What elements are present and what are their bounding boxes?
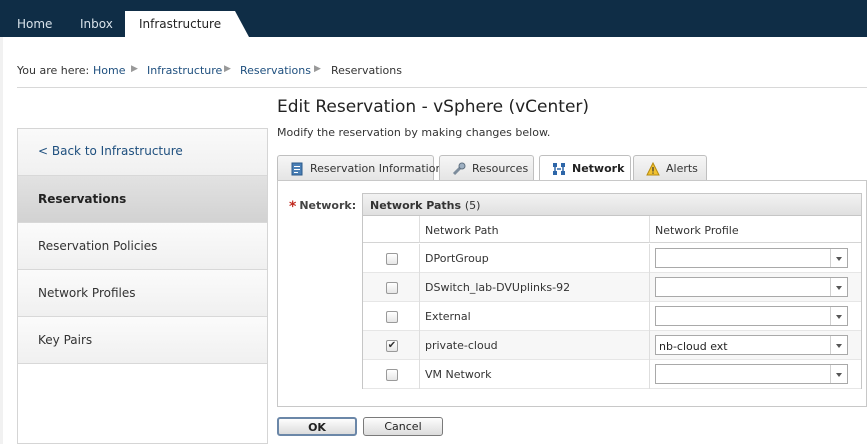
select-cell	[363, 244, 420, 273]
select-cell	[363, 273, 420, 302]
sidebar-item-label: Network Profiles	[38, 286, 136, 300]
sidebar-item-label: Key Pairs	[38, 333, 93, 347]
column-header-network-path[interactable]: Network Path	[420, 216, 650, 243]
network-path-cell: private-cloud	[420, 331, 650, 360]
column-header-network-profile[interactable]: Network Profile	[650, 216, 861, 243]
dropdown-arrow-icon[interactable]	[830, 249, 847, 267]
tab-alerts[interactable]: Alerts	[633, 155, 707, 181]
sidebar-item-key-pairs[interactable]: Key Pairs	[18, 317, 267, 364]
network-path-text: VM Network	[425, 368, 492, 381]
network-profile-select[interactable]	[655, 248, 848, 268]
table-row: ✔ private-cloud nb-cloud ext	[363, 331, 861, 360]
network-icon	[553, 163, 565, 175]
sidebar-item-label: Reservation Policies	[38, 239, 158, 253]
network-profile-cell	[650, 244, 861, 273]
network-paths-grid: Network Paths (5) Network Path Network P…	[362, 193, 862, 389]
tab-label: Alerts	[666, 162, 698, 175]
required-marker: *	[289, 199, 297, 215]
sidebar-item-network-profiles[interactable]: Network Profiles	[18, 270, 267, 317]
warning-icon	[646, 162, 660, 176]
table-row: VM Network	[363, 360, 861, 389]
select-cell	[363, 302, 420, 331]
network-profile-select[interactable]	[655, 277, 848, 297]
network-path-cell: VM Network	[420, 360, 650, 389]
tab-reservation-information[interactable]: Reservation Information	[277, 155, 442, 181]
dropdown-arrow-icon[interactable]	[830, 278, 847, 296]
breadcrumb-reservations[interactable]: Reservations	[240, 64, 311, 77]
nav-tab-home[interactable]: Home	[17, 11, 52, 37]
tab-resources[interactable]: Resources	[439, 155, 534, 181]
grid-title: Network Paths (5)	[370, 199, 480, 212]
row-checkbox[interactable]	[386, 282, 398, 294]
wrench-icon	[452, 162, 466, 176]
breadcrumb-current: Reservations	[331, 64, 402, 77]
breadcrumb-infrastructure[interactable]: Infrastructure	[147, 64, 222, 77]
table-row: External	[363, 302, 861, 331]
network-path-text: External	[425, 310, 471, 323]
row-checkbox[interactable]	[386, 311, 398, 323]
dropdown-arrow-icon[interactable]	[830, 336, 847, 354]
network-label-text: Network:	[299, 199, 357, 212]
row-checkbox[interactable]	[386, 253, 398, 265]
sidebar-item-reservations[interactable]: Reservations	[18, 176, 267, 223]
breadcrumb-home[interactable]: Home	[93, 64, 125, 77]
row-checkbox[interactable]: ✔	[386, 340, 398, 352]
network-field-label: * Network:	[289, 197, 357, 215]
breadcrumb-separator-icon: ▶	[224, 64, 231, 74]
grid-count: (5)	[464, 199, 481, 212]
nav-tab-inbox[interactable]: Inbox	[80, 11, 113, 37]
breadcrumb-separator-icon: ▶	[314, 64, 321, 74]
table-row: DSwitch_lab-DVUplinks-92	[363, 273, 861, 302]
nav-tab-infrastructure[interactable]: Infrastructure	[125, 11, 250, 37]
ok-button[interactable]: OK	[277, 417, 357, 436]
network-path-cell: DSwitch_lab-DVUplinks-92	[420, 273, 650, 302]
network-profile-cell	[650, 302, 861, 331]
top-nav: Home Inbox Infrastructure	[0, 0, 867, 37]
network-profile-value: nb-cloud ext	[659, 340, 728, 353]
network-profile-cell: nb-cloud ext	[650, 331, 861, 360]
breadcrumb-separator-icon: ▶	[131, 64, 138, 74]
tab-label: Reservation Information	[310, 162, 443, 175]
network-path-text: DSwitch_lab-DVUplinks-92	[425, 281, 571, 294]
network-profile-select[interactable]	[655, 306, 848, 326]
select-cell	[363, 360, 420, 389]
cancel-button[interactable]: Cancel	[363, 417, 443, 436]
network-path-text: private-cloud	[425, 339, 498, 352]
page-title: Edit Reservation - vSphere (vCenter)	[277, 97, 590, 117]
tab-network[interactable]: Network	[539, 155, 631, 182]
sidebar-item-label: Reservations	[38, 192, 127, 206]
network-profile-select[interactable]	[655, 364, 848, 384]
grid-header: Network Paths (5)	[363, 194, 861, 216]
tab-label: Resources	[472, 162, 529, 175]
header-divider	[17, 87, 867, 88]
network-profile-select[interactable]: nb-cloud ext	[655, 335, 848, 355]
document-icon	[291, 162, 303, 176]
dropdown-arrow-icon[interactable]	[830, 365, 847, 383]
row-checkbox[interactable]	[386, 369, 398, 381]
page-subtitle: Modify the reservation by making changes…	[277, 126, 551, 139]
table-row: DPortGroup	[363, 244, 861, 273]
column-header-label: Network Profile	[655, 224, 739, 237]
network-profile-cell	[650, 360, 861, 389]
network-path-cell: DPortGroup	[420, 244, 650, 273]
column-header-select	[363, 216, 420, 243]
network-path-text: DPortGroup	[425, 252, 489, 265]
dropdown-arrow-icon[interactable]	[830, 307, 847, 325]
back-to-infrastructure-link[interactable]: < Back to Infrastructure	[18, 129, 267, 176]
tab-label: Network	[572, 162, 625, 175]
back-link-label: < Back to Infrastructure	[38, 144, 183, 158]
select-cell: ✔	[363, 331, 420, 360]
breadcrumb-prefix: You are here:	[17, 64, 90, 77]
grid-title-text: Network Paths	[370, 199, 462, 212]
network-profile-cell	[650, 273, 861, 302]
column-header-label: Network Path	[425, 224, 499, 237]
sidebar: < Back to Infrastructure Reservations Re…	[17, 128, 268, 444]
network-path-cell: External	[420, 302, 650, 331]
sidebar-item-reservation-policies[interactable]: Reservation Policies	[18, 223, 267, 270]
